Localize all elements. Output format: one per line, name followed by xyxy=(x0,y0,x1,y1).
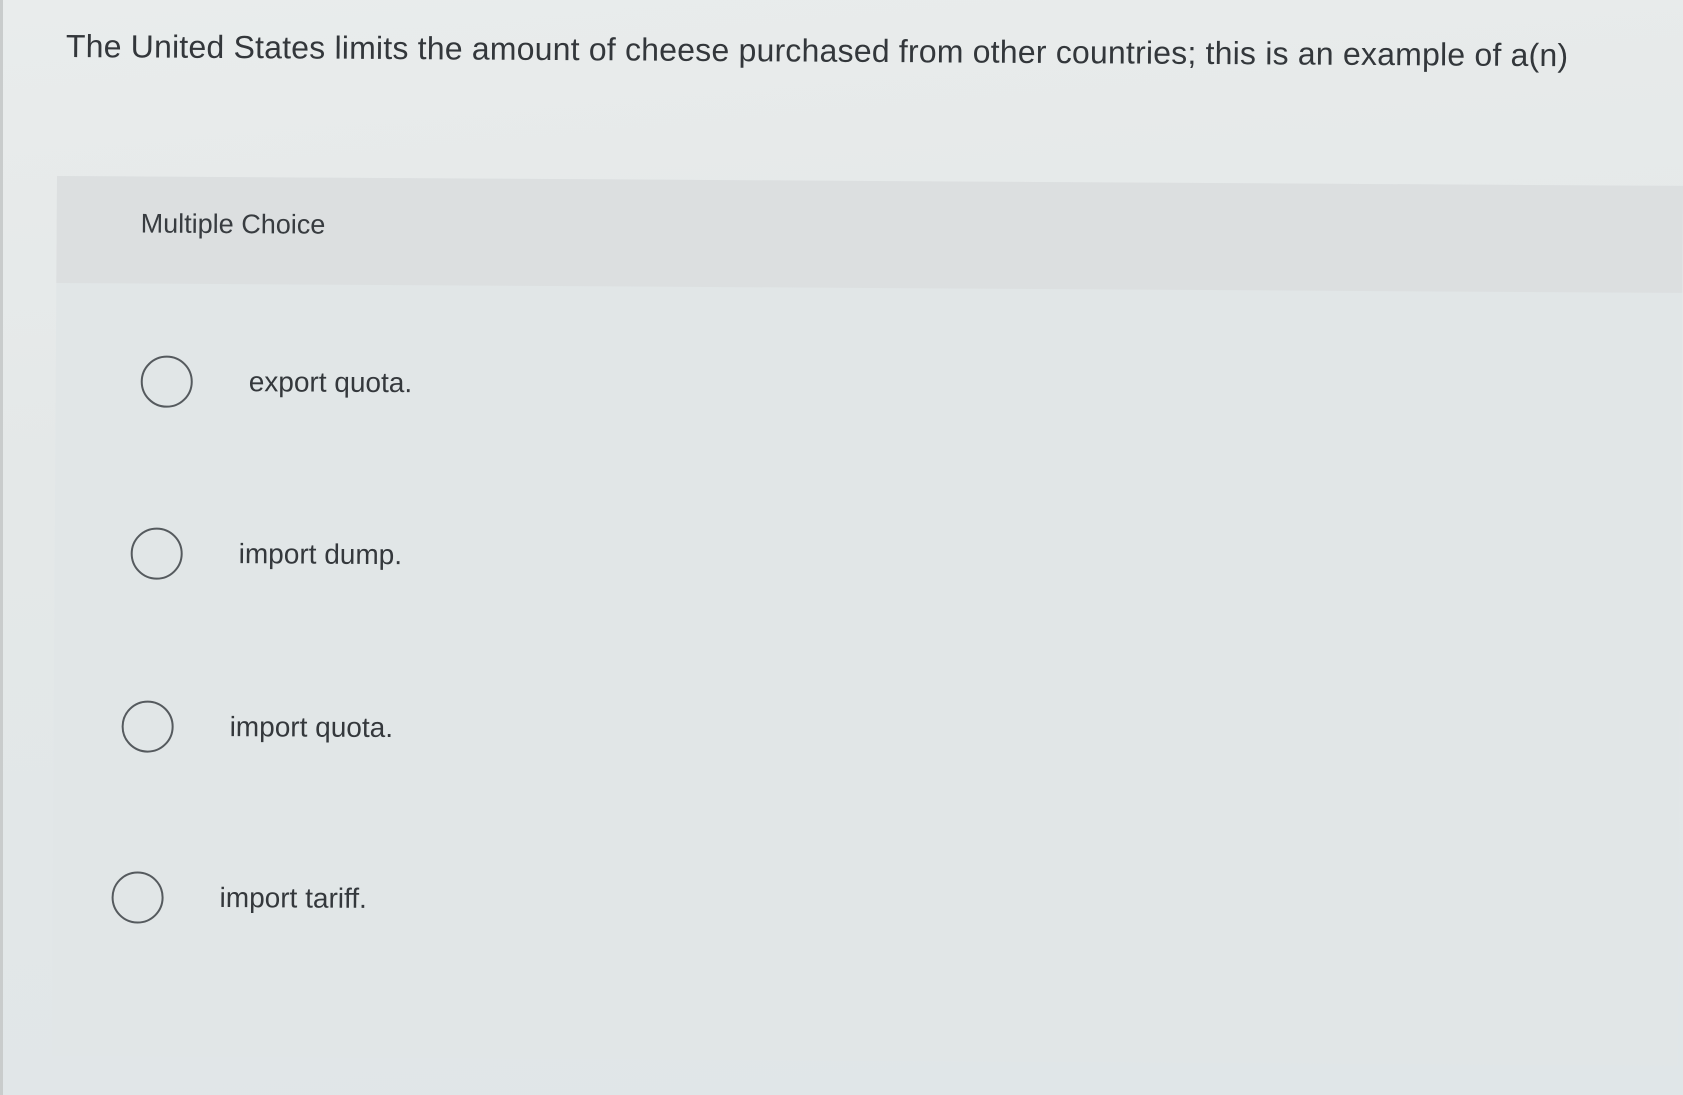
option-label: export quota. xyxy=(248,366,413,399)
radio-button[interactable] xyxy=(111,871,164,924)
question-text: The United States limits the amount of c… xyxy=(65,28,1569,74)
radio-button[interactable] xyxy=(130,527,183,580)
multiple-choice-card: Multiple Choice export quota. import dum… xyxy=(51,176,1683,1066)
option-label: import quota. xyxy=(229,711,394,744)
card-header: Multiple Choice xyxy=(56,176,1683,293)
radio-button[interactable] xyxy=(140,355,193,408)
option-label: import tariff. xyxy=(219,882,368,914)
screen-edge xyxy=(0,0,3,1095)
option-import-tariff[interactable]: import tariff. xyxy=(111,862,811,936)
option-import-dump[interactable]: import dump. xyxy=(130,518,830,592)
option-import-quota[interactable]: import quota. xyxy=(121,691,821,765)
option-export-quota[interactable]: export quota. xyxy=(140,347,841,421)
question-type-label: Multiple Choice xyxy=(140,208,326,240)
option-label: import dump. xyxy=(238,538,403,571)
radio-button[interactable] xyxy=(121,700,174,753)
